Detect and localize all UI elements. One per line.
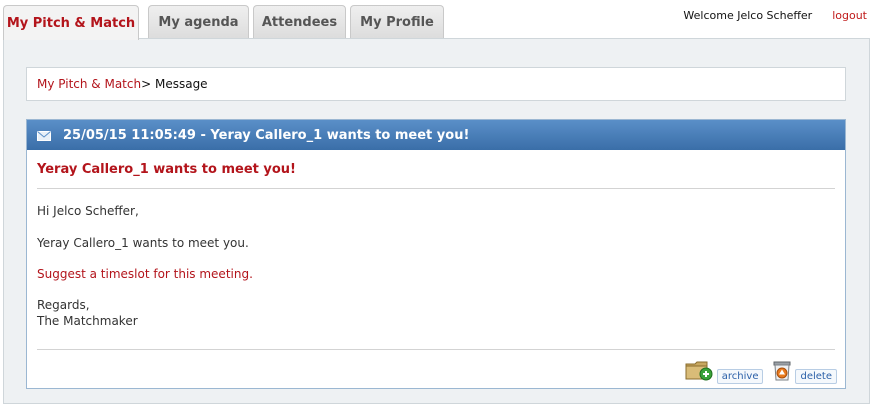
archive-label: archive (716, 369, 764, 384)
welcome-text: Welcome Jelco Scheffer (683, 9, 813, 22)
message-header: 25/05/15 11:05:49 - Yeray Callero_1 want… (27, 120, 845, 150)
trash-icon (771, 359, 793, 384)
archive-folder-icon (685, 359, 715, 384)
divider (37, 188, 835, 189)
message-subject: Yeray Callero_1 wants to meet you! (37, 162, 296, 177)
closing-text: Regards, (37, 298, 90, 312)
delete-label: delete (795, 369, 837, 384)
body-text: Yeray Callero_1 wants to meet you. (37, 236, 249, 250)
breadcrumb: My Pitch & Match > Message (26, 67, 846, 101)
tab-attendees[interactable]: Attendees (253, 5, 346, 39)
message-body: Yeray Callero_1 wants to meet you! Hi Je… (27, 150, 845, 350)
tab-my-agenda[interactable]: My agenda (148, 5, 249, 39)
message-header-title: 25/05/15 11:05:49 - Yeray Callero_1 want… (63, 127, 470, 143)
message-actions: archive delete (685, 359, 837, 384)
tab-label: My agenda (158, 15, 239, 30)
tab-label: Attendees (261, 15, 338, 30)
breadcrumb-current: Message (151, 77, 208, 91)
message-box: 25/05/15 11:05:49 - Yeray Callero_1 want… (26, 119, 846, 389)
divider (37, 349, 835, 350)
delete-button[interactable]: delete (771, 359, 837, 384)
breadcrumb-link[interactable]: My Pitch & Match (37, 77, 141, 91)
signature-text: The Matchmaker (37, 314, 138, 328)
tab-label: My Profile (360, 15, 434, 30)
archive-button[interactable]: archive (685, 359, 764, 384)
breadcrumb-separator: > (141, 77, 152, 91)
user-bar: Welcome Jelco Scheffer logout (683, 9, 867, 22)
logout-link[interactable]: logout (832, 9, 867, 22)
envelope-icon (37, 130, 51, 141)
tab-my-profile[interactable]: My Profile (350, 5, 444, 39)
tab-label: My Pitch & Match (6, 15, 136, 31)
greeting-text: Hi Jelco Scheffer, (37, 204, 139, 218)
tab-my-pitch-match[interactable]: My Pitch & Match (3, 5, 139, 40)
main-panel: My Pitch & Match > Message 25/05/15 11:0… (3, 38, 870, 404)
suggest-timeslot-link[interactable]: Suggest a timeslot for this meeting. (37, 266, 835, 282)
